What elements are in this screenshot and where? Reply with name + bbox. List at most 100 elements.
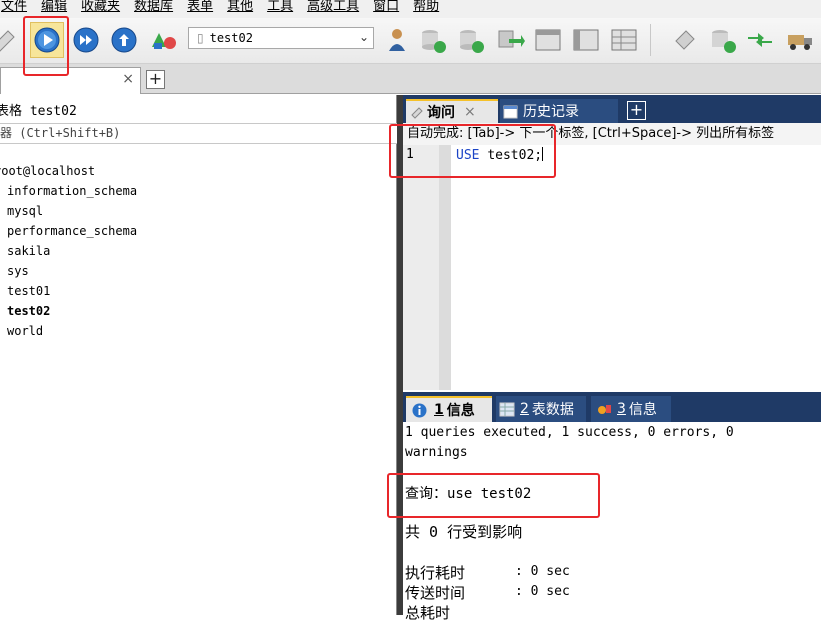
add-connection-button[interactable]: + bbox=[146, 70, 165, 89]
user-icon bbox=[389, 29, 405, 51]
database-icon: ▯ bbox=[197, 31, 204, 45]
affected-rows: 共 0 行受到影响 bbox=[405, 523, 523, 541]
user-button[interactable] bbox=[380, 22, 414, 58]
toolbar-separator bbox=[650, 24, 651, 56]
connection-tab[interactable]: × bbox=[0, 67, 141, 94]
tree-item-performance-schema[interactable]: performance_schema bbox=[7, 221, 137, 241]
sync-button[interactable] bbox=[743, 22, 777, 58]
menu-advanced-tools[interactable]: 高级工具 bbox=[300, 0, 366, 18]
line-gutter: 1 bbox=[403, 145, 451, 390]
tag-icon bbox=[675, 30, 695, 50]
refresh-button[interactable] bbox=[0, 22, 20, 58]
menu-help[interactable]: 帮助 bbox=[406, 0, 446, 18]
tab-table-data[interactable]: 2 表数据 bbox=[496, 396, 586, 422]
tree-item-world[interactable]: world bbox=[7, 321, 137, 341]
object-filter-input[interactable]: 器 (Ctrl+Shift+B) bbox=[0, 123, 397, 144]
db-import-button[interactable] bbox=[416, 22, 450, 58]
table-icon bbox=[535, 29, 561, 51]
toolbar: ▯ test02 ⌄ bbox=[0, 18, 821, 64]
info-icon bbox=[412, 403, 427, 417]
tree-item-sys[interactable]: sys bbox=[7, 261, 137, 281]
db-export-icon bbox=[460, 30, 484, 53]
chevron-down-icon: ⌄ bbox=[358, 30, 369, 44]
autocomplete-hint: 自动完成: [Tab]-> 下一个标签, [Ctrl+Space]-> 列出所有… bbox=[403, 123, 821, 145]
backup-button[interactable] bbox=[706, 22, 740, 58]
sql-editor[interactable]: 1 USE test02; bbox=[403, 145, 821, 390]
truck-icon bbox=[788, 35, 812, 50]
tree-item-test01[interactable]: test01 bbox=[7, 281, 137, 301]
table-data-icon bbox=[573, 29, 599, 51]
table-button[interactable] bbox=[531, 22, 565, 58]
schema-button[interactable] bbox=[146, 22, 180, 58]
menu-other[interactable]: 其他 bbox=[220, 0, 260, 18]
schema-icon bbox=[152, 33, 176, 49]
db-copy-icon bbox=[498, 30, 525, 48]
tab-query[interactable]: 询问 × bbox=[406, 99, 498, 123]
calendar-icon bbox=[503, 105, 518, 118]
tab-query-label: 询问 bbox=[427, 105, 455, 121]
menu-favorites[interactable]: 收藏夹 bbox=[74, 0, 127, 18]
executed-query: 查询：use test02 bbox=[405, 486, 532, 502]
execute-all-icon bbox=[73, 27, 99, 53]
db-export-button[interactable] bbox=[454, 22, 488, 58]
table-data-button[interactable] bbox=[569, 22, 603, 58]
info-chart-icon bbox=[598, 405, 611, 414]
editor-tab-bar: 询问 × 历史记录 + bbox=[403, 95, 821, 123]
code-line: USE test02; bbox=[456, 147, 544, 163]
backup-icon bbox=[712, 30, 736, 53]
tab-messages-label: 信息 bbox=[446, 403, 475, 419]
menu-bar: 文件 编辑 收藏夹 数据库 表单 其他 工具 高级工具 窗口 帮助 bbox=[0, 0, 821, 18]
tab-messages[interactable]: 1 信息 bbox=[406, 396, 492, 422]
database-select-value: test02 bbox=[209, 31, 253, 45]
tab-history-label: 历史记录 bbox=[523, 104, 579, 120]
execute-query-button[interactable] bbox=[30, 22, 64, 58]
transfer-time-value: : 0 sec bbox=[515, 584, 570, 599]
menu-edit[interactable]: 编辑 bbox=[34, 0, 74, 18]
close-icon[interactable]: × bbox=[122, 71, 134, 87]
menu-database[interactable]: 数据库 bbox=[127, 0, 180, 18]
reexecute-icon bbox=[111, 27, 137, 53]
close-icon[interactable]: × bbox=[464, 104, 476, 120]
tree-item-test02[interactable]: test02 bbox=[7, 301, 137, 321]
tab-messages-number: 1 bbox=[434, 402, 444, 418]
tab-info[interactable]: 3 信息 bbox=[591, 396, 671, 422]
object-browser: 表格 test02 器 (Ctrl+Shift+B) root@localhos… bbox=[0, 95, 397, 615]
transfer-time-label: 传送时间 bbox=[405, 584, 466, 602]
tree-item-sakila[interactable]: sakila bbox=[7, 241, 137, 261]
table-grid-icon bbox=[611, 29, 637, 51]
db-copy-button[interactable] bbox=[493, 22, 527, 58]
reexecute-button[interactable] bbox=[107, 22, 141, 58]
sql-keyword: USE bbox=[456, 148, 480, 163]
fold-margin bbox=[439, 145, 451, 390]
summary-line: 1 queries executed, 1 success, 0 errors,… bbox=[405, 425, 734, 440]
exec-time-label: 执行耗时 bbox=[405, 564, 466, 582]
truck-button[interactable] bbox=[784, 22, 818, 58]
database-tree: root@localhost information_schema mysql … bbox=[0, 161, 137, 341]
database-select[interactable]: ▯ test02 ⌄ bbox=[188, 27, 374, 49]
add-query-tab-button[interactable]: + bbox=[627, 101, 646, 120]
exec-time-value: : 0 sec bbox=[515, 564, 570, 579]
tree-item-information-schema[interactable]: information_schema bbox=[7, 181, 137, 201]
result-tab-bar: 1 信息 2 表数据 3 信息 bbox=[403, 392, 821, 422]
tab-history[interactable]: 历史记录 bbox=[500, 99, 618, 123]
tab-info-number: 3 bbox=[617, 401, 626, 417]
tree-connection-root[interactable]: root@localhost bbox=[0, 161, 137, 181]
messages-output: 1 queries executed, 1 success, 0 errors,… bbox=[403, 422, 821, 622]
menu-window[interactable]: 窗口 bbox=[366, 0, 406, 18]
execute-query-icon bbox=[34, 27, 60, 53]
tag-button[interactable] bbox=[668, 22, 702, 58]
sql-argument: test02; bbox=[487, 148, 543, 163]
execute-all-button[interactable] bbox=[69, 22, 103, 58]
refresh-icon bbox=[0, 30, 15, 52]
menu-form[interactable]: 表单 bbox=[180, 0, 220, 18]
text-caret bbox=[542, 147, 544, 161]
menu-tools[interactable]: 工具 bbox=[260, 0, 300, 18]
tab-table-data-label: 表数据 bbox=[531, 402, 574, 418]
query-panel: 询问 × 历史记录 + 自动完成: [Tab]-> 下一个标签, [Ctrl+S… bbox=[403, 95, 821, 622]
menu-file[interactable]: 文件 bbox=[0, 0, 34, 18]
query-icon bbox=[411, 107, 423, 119]
tree-item-mysql[interactable]: mysql bbox=[7, 201, 137, 221]
table-grid-button[interactable] bbox=[607, 22, 641, 58]
line-number: 1 bbox=[406, 147, 414, 162]
connection-tab-bar: × + bbox=[0, 64, 821, 94]
